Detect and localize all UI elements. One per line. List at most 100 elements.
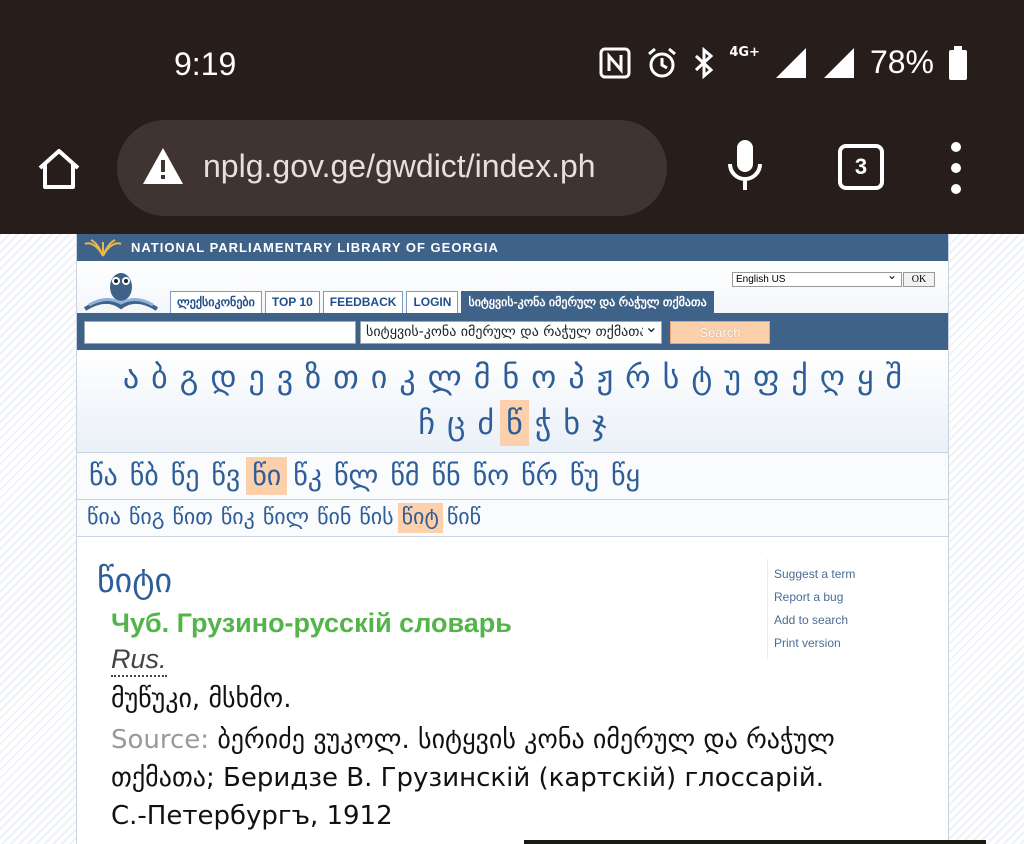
syllable-link-4[interactable]: წი [246, 457, 288, 495]
alphabet-letter-r2-3[interactable]: წ [500, 400, 529, 446]
overflow-menu-icon[interactable] [946, 142, 966, 194]
alphabet-letter-8[interactable]: ი [365, 354, 394, 400]
alphabet-letter-22[interactable]: ღ [814, 354, 851, 400]
alphabet-letter-r2-1[interactable]: ც [441, 400, 471, 446]
alphabet-letter-19[interactable]: უ [718, 354, 747, 400]
alphabet-letter-12[interactable]: ნ [496, 354, 525, 400]
search-bar: სიტყვის-კონა იმერულ და რაჭულ თქმათა Sear… [77, 313, 948, 350]
language-ok-button[interactable]: OK [903, 272, 935, 287]
alphabet-letter-11[interactable]: მ [468, 354, 497, 400]
alphabet-row-2: ჩცძწჭხჯ [87, 400, 938, 446]
subsyllable-link-0[interactable]: წია [83, 503, 125, 533]
subsyllable-link-2[interactable]: წით [169, 503, 217, 533]
entry-source: Source: ბერიძე ვუკოლ. სიტყვის კონა იმერუ… [111, 721, 861, 835]
entry-definition: მუწუკი, მსხმო. [111, 684, 292, 714]
signal-icon [775, 47, 806, 78]
library-banner: NATIONAL PARLIAMENTARY LIBRARY OF GEORGI… [77, 234, 948, 261]
syllable-link-1[interactable]: წბ [124, 457, 165, 495]
subsyllable-link-7[interactable]: წიტ [397, 503, 443, 533]
tab-dictionaries[interactable]: ლექსიკონები [170, 291, 262, 313]
battery-icon [949, 45, 967, 80]
alphabet-letter-13[interactable]: ო [525, 354, 562, 400]
language-select[interactable]: English US [732, 269, 902, 287]
alphabet-letter-r2-6[interactable]: ჯ [586, 400, 613, 446]
subsyllable-link-5[interactable]: წინ [313, 503, 355, 533]
alphabet-letter-20[interactable]: ფ [747, 354, 785, 400]
alphabet-letter-14[interactable]: პ [562, 354, 590, 400]
syllable-link-8[interactable]: წნ [425, 457, 466, 495]
address-bar[interactable]: nplg.gov.ge/gwdict/index.ph [117, 120, 667, 216]
alphabet-letter-10[interactable]: ლ [422, 354, 468, 400]
alphabet-letter-18[interactable]: ტ [685, 354, 718, 400]
tab-switcher-button[interactable]: 3 [838, 144, 884, 190]
syllable-link-5[interactable]: წკ [287, 457, 328, 495]
syllable-link-11[interactable]: წუ [564, 457, 605, 495]
alphabet-letter-r2-4[interactable]: ჭ [529, 400, 558, 446]
home-icon[interactable] [34, 144, 84, 194]
alphabet-letter-1[interactable]: ბ [145, 354, 174, 400]
alphabet-letter-17[interactable]: ს [657, 354, 686, 400]
dictionary-entry: წიტი Чуб. Грузино-русскій словарь Rus. მ… [77, 537, 948, 835]
subsyllable-link-4[interactable]: წილ [259, 503, 313, 533]
search-input[interactable] [84, 321, 356, 344]
subsyllable-link-6[interactable]: წის [355, 503, 397, 533]
books-logo-icon [84, 238, 122, 256]
alphabet-letter-24[interactable]: შ [880, 354, 909, 400]
alphabet-letter-2[interactable]: გ [174, 354, 205, 400]
page-container: NATIONAL PARLIAMENTARY LIBRARY OF GEORGI… [76, 234, 949, 844]
tab-top10[interactable]: TOP 10 [264, 291, 320, 313]
alphabet-letter-6[interactable]: ზ [299, 354, 327, 400]
alphabet-letter-7[interactable]: თ [327, 354, 365, 400]
add-to-search-link[interactable]: Add to search [774, 609, 921, 632]
alphabet-letter-0[interactable]: ა [117, 354, 145, 400]
source-label: Source: [111, 725, 210, 755]
alphabet-letter-5[interactable]: ვ [271, 354, 299, 400]
browser-toolbar: nplg.gov.ge/gwdict/index.ph 3 [0, 120, 1024, 234]
syllable-link-9[interactable]: წო [467, 457, 516, 495]
alphabet-letter-r2-0[interactable]: ჩ [412, 400, 441, 446]
search-button[interactable]: Search [670, 321, 770, 344]
syllable-link-3[interactable]: წვ [205, 457, 246, 495]
subsyllable-link-1[interactable]: წიგ [125, 503, 169, 533]
battery-percent: 78% [869, 44, 934, 80]
alphabet-letter-9[interactable]: კ [393, 354, 421, 400]
url-text[interactable]: nplg.gov.ge/gwdict/index.ph [203, 148, 653, 185]
site-header: English US OK ლექსიკონები TOP 10 FEEDBAC… [77, 261, 948, 313]
suggest-term-link[interactable]: Suggest a term [774, 563, 921, 586]
alphabet-letter-3[interactable]: დ [204, 354, 242, 400]
warning-icon[interactable] [141, 146, 185, 186]
syllable-link-7[interactable]: წმ [384, 457, 425, 495]
alphabet-letter-23[interactable]: ყ [851, 354, 880, 400]
tab-feedback[interactable]: FEEDBACK [322, 291, 404, 313]
syllable-index: წა წბ წე წვ წი წკ წლ წმ წნ წო წრ წუ წყ [77, 453, 948, 500]
tab-current-dictionary[interactable]: სიტყვის-კონა იმერულ და რაჭულ თქმათა [461, 291, 714, 313]
syllable-link-2[interactable]: წე [165, 457, 206, 495]
alphabet-letter-r2-2[interactable]: ძ [471, 400, 500, 446]
owl-logo-icon[interactable] [83, 263, 159, 313]
alphabet-letter-16[interactable]: რ [619, 354, 656, 400]
syllable-link-0[interactable]: წა [83, 457, 124, 495]
dictionary-select[interactable]: სიტყვის-კონა იმერულ და რაჭულ თქმათა [360, 321, 662, 344]
source-text: ბერიძე ვუკოლ. სიტყვის კონა იმერულ და რაჭ… [111, 725, 835, 831]
subsyllable-link-8[interactable]: წიწ [443, 503, 485, 533]
alphabet-letter-21[interactable]: ქ [785, 354, 813, 400]
syllable-link-6[interactable]: წლ [328, 457, 384, 495]
print-version-link[interactable]: Print version [774, 632, 921, 655]
syllable-link-10[interactable]: წრ [515, 457, 564, 495]
subsyllable-index: წია წიგ წით წიკ წილ წინ წის წიტ წიწ [77, 500, 948, 537]
subsyllable-link-3[interactable]: წიკ [217, 503, 259, 533]
signal-icon-2 [823, 47, 854, 78]
ad-banner-edge[interactable] [524, 840, 986, 844]
bluetooth-icon [695, 46, 714, 79]
alphabet-letter-15[interactable]: ჟ [591, 354, 620, 400]
alphabet-letter-4[interactable]: ე [242, 354, 270, 400]
tab-login[interactable]: LOGIN [406, 291, 459, 313]
syllable-link-12[interactable]: წყ [605, 457, 646, 495]
network-type-label: 4G+ [729, 45, 760, 60]
nav-tabs: ლექსიკონები TOP 10 FEEDBACK LOGIN სიტყვი… [170, 291, 714, 313]
alphabet-row-1: აბგდევზთიკლმნოპჟრსტუფქღყშ [87, 354, 938, 400]
microphone-icon[interactable] [725, 138, 765, 194]
side-links: Suggest a term Report a bug Add to searc… [767, 559, 927, 659]
report-bug-link[interactable]: Report a bug [774, 586, 921, 609]
alphabet-letter-r2-5[interactable]: ხ [557, 400, 586, 446]
